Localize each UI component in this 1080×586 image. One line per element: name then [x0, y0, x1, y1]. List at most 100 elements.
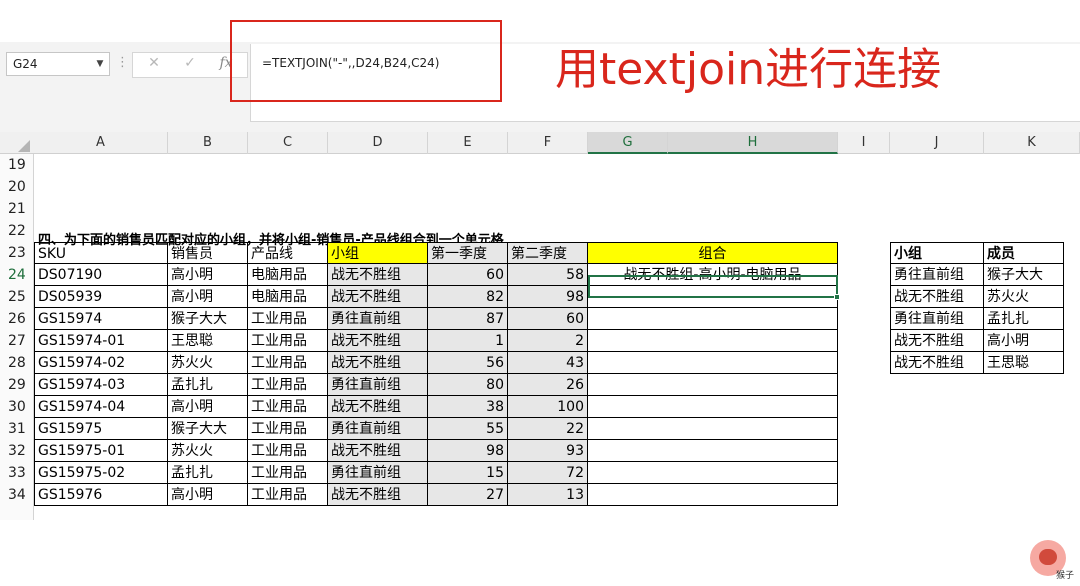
table-cell[interactable]	[588, 308, 838, 330]
row-header-30[interactable]: 30	[0, 396, 34, 418]
table-cell[interactable]: GS15974	[34, 308, 168, 330]
lookup-header-cell[interactable]: 成员	[984, 242, 1064, 264]
table-cell[interactable]: 勇往直前组	[328, 374, 428, 396]
table-cell[interactable]: GS15974-02	[34, 352, 168, 374]
table-header-cell[interactable]: 第二季度	[508, 242, 588, 264]
lookup-cell[interactable]: 战无不胜组	[890, 330, 984, 352]
row-header-22[interactable]: 22	[0, 220, 34, 242]
lookup-cell[interactable]: 战无不胜组	[890, 286, 984, 308]
table-cell[interactable]: 98	[428, 440, 508, 462]
column-header-f[interactable]: F	[508, 132, 588, 154]
row-header-33[interactable]: 33	[0, 462, 34, 484]
table-cell[interactable]: 战无不胜组	[328, 352, 428, 374]
table-cell[interactable]: 高小明	[168, 264, 248, 286]
lookup-cell[interactable]: 战无不胜组	[890, 352, 984, 374]
lookup-cell[interactable]: 勇往直前组	[890, 308, 984, 330]
table-cell[interactable]: 工业用品	[248, 352, 328, 374]
fill-handle[interactable]	[834, 294, 840, 300]
cancel-icon[interactable]: ✕	[141, 55, 167, 71]
table-cell[interactable]: 93	[508, 440, 588, 462]
table-cell[interactable]: 战无不胜组	[328, 286, 428, 308]
table-cell[interactable]: DS05939	[34, 286, 168, 308]
lookup-cell[interactable]: 苏火火	[984, 286, 1064, 308]
table-cell[interactable]: 工业用品	[248, 396, 328, 418]
table-cell[interactable]: GS15975	[34, 418, 168, 440]
table-header-cell[interactable]: 产品线	[248, 242, 328, 264]
table-cell[interactable]: 电脑用品	[248, 264, 328, 286]
table-header-cell[interactable]: 第一季度	[428, 242, 508, 264]
table-cell[interactable]	[588, 352, 838, 374]
table-cell[interactable]: 22	[508, 418, 588, 440]
table-cell[interactable]	[588, 396, 838, 418]
table-cell[interactable]: 26	[508, 374, 588, 396]
drag-handle-icon[interactable]: ⋮	[116, 52, 129, 76]
table-cell[interactable]: 高小明	[168, 396, 248, 418]
table-cell[interactable]: 87	[428, 308, 508, 330]
table-cell[interactable]: 100	[508, 396, 588, 418]
table-cell[interactable]: 56	[428, 352, 508, 374]
row-header-31[interactable]: 31	[0, 418, 34, 440]
table-cell[interactable]: 勇往直前组	[328, 308, 428, 330]
table-cell[interactable]: 战无不胜组	[328, 484, 428, 506]
table-cell[interactable]: 苏火火	[168, 440, 248, 462]
table-cell[interactable]: 工业用品	[248, 462, 328, 484]
row-header-23[interactable]: 23	[0, 242, 34, 264]
table-cell[interactable]: 80	[428, 374, 508, 396]
table-cell[interactable]: GS15974-03	[34, 374, 168, 396]
row-header-26[interactable]: 26	[0, 308, 34, 330]
row-header-25[interactable]: 25	[0, 286, 34, 308]
table-cell[interactable]: 1	[428, 330, 508, 352]
row-header-20[interactable]: 20	[0, 176, 34, 198]
lookup-header-cell[interactable]: 小组	[890, 242, 984, 264]
table-cell[interactable]: 战无不胜组	[328, 396, 428, 418]
table-cell[interactable]: 60	[428, 264, 508, 286]
table-cell[interactable]: 82	[428, 286, 508, 308]
column-header-g[interactable]: G	[588, 132, 668, 154]
table-cell[interactable]: 工业用品	[248, 374, 328, 396]
table-cell[interactable]: 98	[508, 286, 588, 308]
table-cell[interactable]: 孟扎扎	[168, 374, 248, 396]
table-cell[interactable]: 工业用品	[248, 330, 328, 352]
row-header-28[interactable]: 28	[0, 352, 34, 374]
row-header-34[interactable]: 34	[0, 484, 34, 506]
column-header-k[interactable]: K	[984, 132, 1080, 154]
table-cell[interactable]: 工业用品	[248, 484, 328, 506]
table-header-cell[interactable]: 销售员	[168, 242, 248, 264]
table-cell[interactable]: GS15974-04	[34, 396, 168, 418]
lookup-cell[interactable]: 孟扎扎	[984, 308, 1064, 330]
row-header-21[interactable]: 21	[0, 198, 34, 220]
table-cell[interactable]: 工业用品	[248, 308, 328, 330]
table-cell[interactable]: 高小明	[168, 484, 248, 506]
table-cell[interactable]: GS15975-02	[34, 462, 168, 484]
chevron-down-icon[interactable]: ▼	[92, 52, 108, 76]
table-cell[interactable]	[588, 374, 838, 396]
table-cell[interactable]: 战无不胜组	[328, 264, 428, 286]
table-cell[interactable]: 战无不胜组	[328, 330, 428, 352]
row-header-29[interactable]: 29	[0, 374, 34, 396]
table-cell[interactable]: GS15975-01	[34, 440, 168, 462]
lookup-cell[interactable]: 猴子大大	[984, 264, 1064, 286]
table-cell[interactable]	[588, 418, 838, 440]
table-cell[interactable]	[588, 330, 838, 352]
table-cell[interactable]: GS15974-01	[34, 330, 168, 352]
table-cell[interactable]: 苏火火	[168, 352, 248, 374]
table-cell[interactable]: GS15976	[34, 484, 168, 506]
column-header-a[interactable]: A	[34, 132, 168, 154]
table-header-cell[interactable]: 组合	[588, 242, 838, 264]
lookup-cell[interactable]: 高小明	[984, 330, 1064, 352]
row-header-19[interactable]: 19	[0, 154, 34, 176]
table-cell[interactable]: 勇往直前组	[328, 418, 428, 440]
table-cell[interactable]: 43	[508, 352, 588, 374]
table-header-cell[interactable]: SKU	[34, 242, 168, 264]
table-cell[interactable]: 王思聪	[168, 330, 248, 352]
table-cell[interactable]: 38	[428, 396, 508, 418]
lookup-cell[interactable]: 王思聪	[984, 352, 1064, 374]
column-header-b[interactable]: B	[168, 132, 248, 154]
column-header-h[interactable]: H	[668, 132, 838, 154]
table-cell[interactable]: 电脑用品	[248, 286, 328, 308]
table-cell[interactable]	[588, 484, 838, 506]
table-cell[interactable]: 60	[508, 308, 588, 330]
table-cell[interactable]: 27	[428, 484, 508, 506]
column-header-d[interactable]: D	[328, 132, 428, 154]
table-header-cell[interactable]: 小组	[328, 242, 428, 264]
